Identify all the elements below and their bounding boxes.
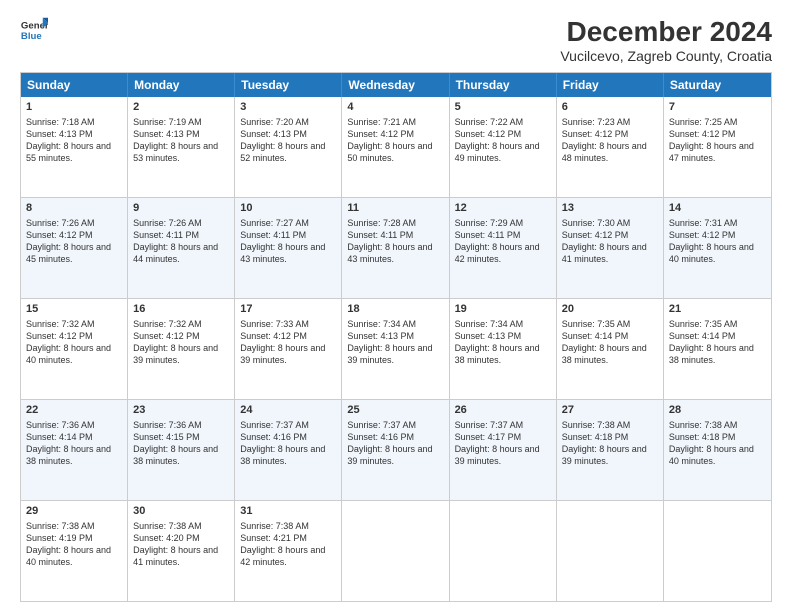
calendar-cell-13: 13Sunrise: 7:30 AMSunset: 4:12 PMDayligh… [557,198,664,298]
calendar-cell-28: 28Sunrise: 7:38 AMSunset: 4:18 PMDayligh… [664,400,771,500]
calendar-cell-17: 17Sunrise: 7:33 AMSunset: 4:12 PMDayligh… [235,299,342,399]
header-tuesday: Tuesday [235,73,342,97]
day-number: 1 [26,100,122,115]
day-number: 10 [240,201,336,216]
sub-title: Vucilcevo, Zagreb County, Croatia [560,48,772,64]
calendar-row-2: 8Sunrise: 7:26 AMSunset: 4:12 PMDaylight… [21,197,771,298]
calendar-cell-2: 2Sunrise: 7:19 AMSunset: 4:13 PMDaylight… [128,97,235,197]
calendar-cell-15: 15Sunrise: 7:32 AMSunset: 4:12 PMDayligh… [21,299,128,399]
day-number: 17 [240,302,336,317]
calendar-cell-8: 8Sunrise: 7:26 AMSunset: 4:12 PMDaylight… [21,198,128,298]
day-number: 22 [26,403,122,418]
logo-icon: General Blue [20,16,48,44]
calendar-body: 1Sunrise: 7:18 AMSunset: 4:13 PMDaylight… [21,97,771,601]
day-number: 14 [669,201,766,216]
calendar-cell-23: 23Sunrise: 7:36 AMSunset: 4:15 PMDayligh… [128,400,235,500]
calendar-cell-22: 22Sunrise: 7:36 AMSunset: 4:14 PMDayligh… [21,400,128,500]
day-number: 16 [133,302,229,317]
calendar-cell-26: 26Sunrise: 7:37 AMSunset: 4:17 PMDayligh… [450,400,557,500]
header-sunday: Sunday [21,73,128,97]
day-number: 21 [669,302,766,317]
day-number: 28 [669,403,766,418]
day-number: 5 [455,100,551,115]
header-friday: Friday [557,73,664,97]
day-number: 7 [669,100,766,115]
day-number: 26 [455,403,551,418]
calendar-cell-10: 10Sunrise: 7:27 AMSunset: 4:11 PMDayligh… [235,198,342,298]
calendar-cell-3: 3Sunrise: 7:20 AMSunset: 4:13 PMDaylight… [235,97,342,197]
calendar-cell-9: 9Sunrise: 7:26 AMSunset: 4:11 PMDaylight… [128,198,235,298]
day-number: 19 [455,302,551,317]
main-title: December 2024 [560,16,772,48]
calendar-cell-30: 30Sunrise: 7:38 AMSunset: 4:20 PMDayligh… [128,501,235,601]
calendar-cell-6: 6Sunrise: 7:23 AMSunset: 4:12 PMDaylight… [557,97,664,197]
calendar-cell-empty [450,501,557,601]
day-number: 2 [133,100,229,115]
day-number: 4 [347,100,443,115]
calendar-cell-4: 4Sunrise: 7:21 AMSunset: 4:12 PMDaylight… [342,97,449,197]
calendar-cell-14: 14Sunrise: 7:31 AMSunset: 4:12 PMDayligh… [664,198,771,298]
day-number: 12 [455,201,551,216]
day-number: 27 [562,403,658,418]
calendar-cell-7: 7Sunrise: 7:25 AMSunset: 4:12 PMDaylight… [664,97,771,197]
calendar-cell-empty [557,501,664,601]
calendar-cell-31: 31Sunrise: 7:38 AMSunset: 4:21 PMDayligh… [235,501,342,601]
calendar-cell-empty [664,501,771,601]
day-number: 3 [240,100,336,115]
day-number: 30 [133,504,229,519]
calendar-cell-20: 20Sunrise: 7:35 AMSunset: 4:14 PMDayligh… [557,299,664,399]
day-number: 11 [347,201,443,216]
day-number: 20 [562,302,658,317]
calendar-cell-empty [342,501,449,601]
day-number: 25 [347,403,443,418]
calendar-cell-27: 27Sunrise: 7:38 AMSunset: 4:18 PMDayligh… [557,400,664,500]
title-block: December 2024 Vucilcevo, Zagreb County, … [560,16,772,64]
svg-text:Blue: Blue [21,31,42,42]
calendar-row-3: 15Sunrise: 7:32 AMSunset: 4:12 PMDayligh… [21,298,771,399]
day-number: 24 [240,403,336,418]
day-number: 13 [562,201,658,216]
calendar-cell-21: 21Sunrise: 7:35 AMSunset: 4:14 PMDayligh… [664,299,771,399]
calendar-cell-16: 16Sunrise: 7:32 AMSunset: 4:12 PMDayligh… [128,299,235,399]
calendar-cell-1: 1Sunrise: 7:18 AMSunset: 4:13 PMDaylight… [21,97,128,197]
calendar-cell-24: 24Sunrise: 7:37 AMSunset: 4:16 PMDayligh… [235,400,342,500]
page: General Blue December 2024 Vucilcevo, Za… [0,0,792,612]
calendar-cell-12: 12Sunrise: 7:29 AMSunset: 4:11 PMDayligh… [450,198,557,298]
day-number: 29 [26,504,122,519]
header-wednesday: Wednesday [342,73,449,97]
header-thursday: Thursday [450,73,557,97]
day-number: 15 [26,302,122,317]
day-number: 23 [133,403,229,418]
calendar-cell-18: 18Sunrise: 7:34 AMSunset: 4:13 PMDayligh… [342,299,449,399]
calendar-row-5: 29Sunrise: 7:38 AMSunset: 4:19 PMDayligh… [21,500,771,601]
day-number: 8 [26,201,122,216]
header-saturday: Saturday [664,73,771,97]
calendar-row-4: 22Sunrise: 7:36 AMSunset: 4:14 PMDayligh… [21,399,771,500]
calendar-cell-19: 19Sunrise: 7:34 AMSunset: 4:13 PMDayligh… [450,299,557,399]
calendar-header: Sunday Monday Tuesday Wednesday Thursday… [21,73,771,97]
calendar-cell-11: 11Sunrise: 7:28 AMSunset: 4:11 PMDayligh… [342,198,449,298]
calendar-cell-25: 25Sunrise: 7:37 AMSunset: 4:16 PMDayligh… [342,400,449,500]
day-number: 31 [240,504,336,519]
day-number: 6 [562,100,658,115]
logo: General Blue [20,16,48,44]
day-number: 9 [133,201,229,216]
calendar-cell-5: 5Sunrise: 7:22 AMSunset: 4:12 PMDaylight… [450,97,557,197]
header-monday: Monday [128,73,235,97]
calendar: Sunday Monday Tuesday Wednesday Thursday… [20,72,772,602]
calendar-row-1: 1Sunrise: 7:18 AMSunset: 4:13 PMDaylight… [21,97,771,197]
calendar-cell-29: 29Sunrise: 7:38 AMSunset: 4:19 PMDayligh… [21,501,128,601]
day-number: 18 [347,302,443,317]
header: General Blue December 2024 Vucilcevo, Za… [20,16,772,64]
